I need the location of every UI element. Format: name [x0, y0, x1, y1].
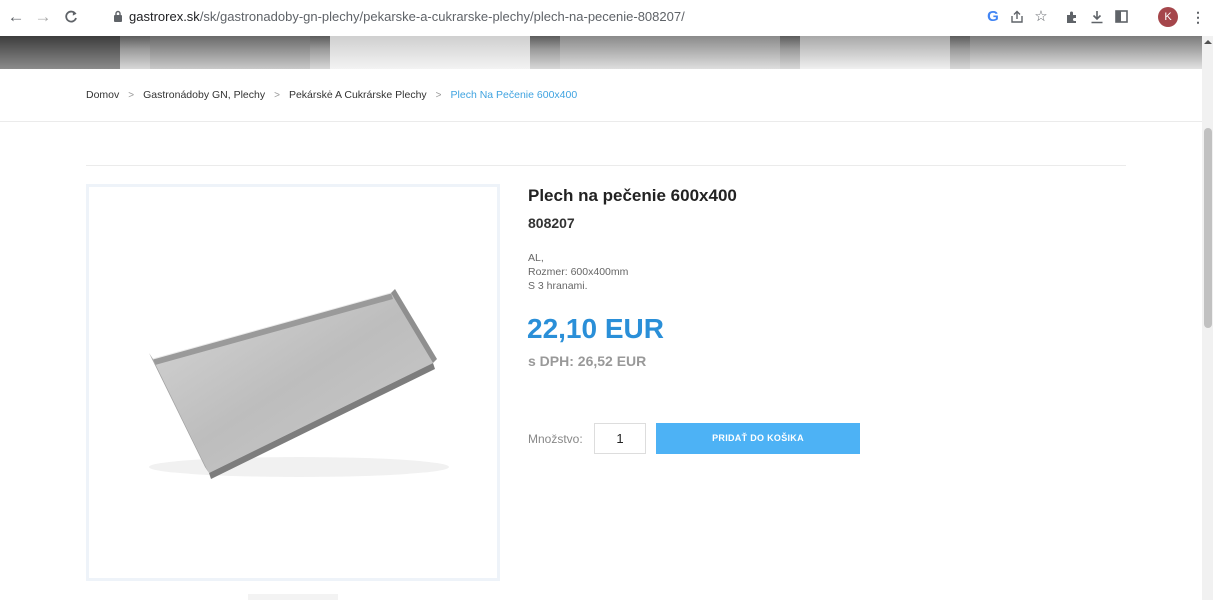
back-icon[interactable]: ←: [6, 7, 26, 27]
menu-icon[interactable]: ⋮: [1188, 7, 1208, 27]
breadcrumb-current: Plech Na Pečenie 600x400: [450, 89, 578, 101]
divider: [0, 121, 1202, 122]
page-scrollbar[interactable]: [1202, 36, 1213, 600]
breadcrumb-subcategory[interactable]: Pekárskė A Cukrárske Plechy: [289, 89, 427, 101]
product-title: Plech na pečenie 600x400: [528, 186, 737, 205]
scroll-up-arrow-icon[interactable]: [1204, 40, 1212, 44]
sidepanel-icon[interactable]: [1111, 7, 1131, 27]
share-icon[interactable]: [1007, 7, 1027, 27]
breadcrumb-separator-icon: >: [128, 90, 135, 101]
url-path: /sk/gastronadoby-gn-plechy/pekarske-a-cu…: [199, 9, 685, 24]
product-price: 22,10 EUR: [527, 313, 664, 344]
description-line: AL,: [528, 252, 544, 264]
hero-banner: [0, 36, 1202, 69]
extensions-icon[interactable]: [1062, 7, 1082, 27]
description-line: Rozmer: 600x400mm: [528, 266, 629, 278]
breadcrumb: Domov > Gastronádoby GN, Plechy > Pekárskė A…: [86, 89, 577, 101]
divider: [86, 165, 1126, 166]
product-code: 808207: [528, 215, 575, 231]
breadcrumb-separator-icon: >: [435, 90, 442, 101]
product-description: AL, Rozmer: 600x400mm S 3 hranami.: [528, 251, 628, 293]
quantity-label: Množstvo:: [528, 432, 583, 446]
quantity-input[interactable]: 1: [594, 423, 646, 454]
star-icon[interactable]: ☆: [1031, 7, 1051, 27]
scroll-thumb[interactable]: [1204, 128, 1212, 328]
lock-icon[interactable]: [113, 10, 123, 22]
breadcrumb-category[interactable]: Gastronádoby GN, Plechy: [143, 89, 265, 101]
google-icon[interactable]: G: [983, 7, 1003, 27]
breadcrumb-separator-icon: >: [274, 90, 280, 101]
image-thumbnail-strip[interactable]: [248, 594, 338, 600]
add-to-cart-button[interactable]: PRIDAŤ DO KOŠIKA: [656, 423, 860, 454]
product-price-vat: s DPH: 26,52 EUR: [528, 353, 647, 369]
reload-icon[interactable]: [61, 7, 81, 27]
address-bar[interactable]: gastrorex.sk/sk/gastronadoby-gn-plechy/p…: [129, 9, 685, 24]
forward-icon[interactable]: →: [33, 7, 53, 27]
description-line: S 3 hranami.: [528, 280, 588, 292]
profile-avatar[interactable]: K: [1158, 7, 1178, 27]
download-icon[interactable]: [1087, 7, 1107, 27]
baking-tray-image: [149, 289, 449, 479]
browser-toolbar: ← → gastrorex.sk/sk/gastronadoby-gn-plec…: [0, 0, 1213, 37]
url-host: gastrorex.sk: [129, 9, 200, 24]
breadcrumb-home[interactable]: Domov: [86, 89, 119, 101]
product-image[interactable]: [86, 184, 500, 581]
